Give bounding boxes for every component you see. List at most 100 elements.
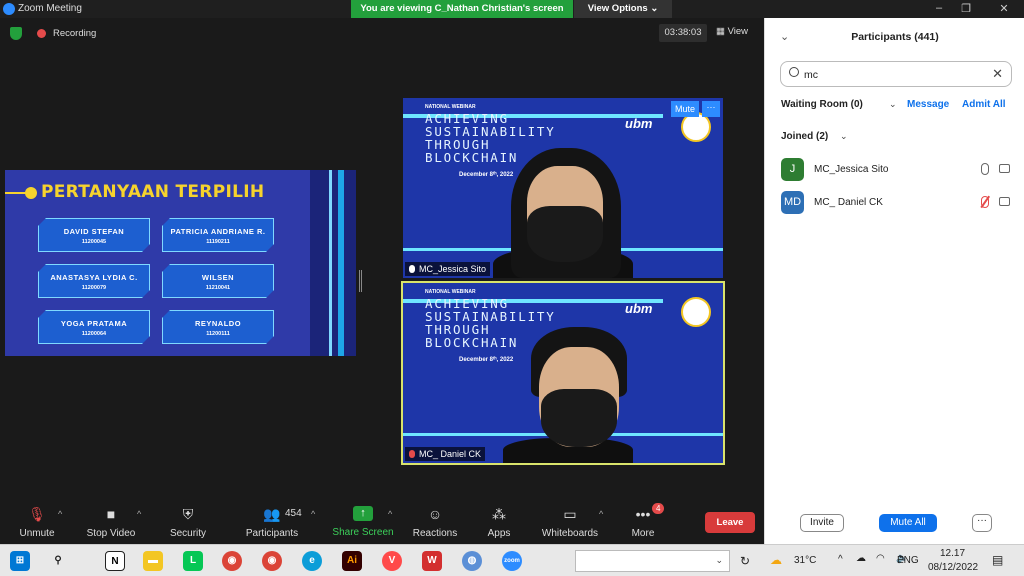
participant-name: MC_ Daniel CK	[419, 449, 482, 459]
security-label: Security	[169, 528, 207, 539]
taskbar-address-input[interactable]: ⌄	[575, 550, 730, 572]
participant-video	[541, 389, 617, 447]
share-options-caret[interactable]: ^	[388, 509, 392, 519]
chrome-icon[interactable]: ◉	[222, 551, 242, 571]
admit-all-link[interactable]: Admit All	[962, 99, 1006, 110]
restore-button[interactable]: ❐	[957, 2, 975, 15]
resize-handle[interactable]	[359, 270, 362, 292]
question-card: YOGA PRATAMA 11200064	[38, 310, 150, 344]
view-options-button[interactable]: View Options ⌄	[574, 0, 672, 18]
illustrator-icon[interactable]: Ai	[342, 551, 362, 571]
people-icon: 👥	[263, 506, 281, 522]
view-options-label: View Options	[587, 3, 648, 14]
chevron-down-icon[interactable]: ⌄	[889, 99, 897, 110]
question-card: ANASTASYA LYDIA C. 11200079	[38, 264, 150, 298]
mic-icon[interactable]	[981, 163, 989, 175]
mute-participant-button[interactable]: Mute	[671, 101, 699, 117]
mute-all-button[interactable]: Mute All	[879, 514, 937, 532]
camera-icon[interactable]	[999, 164, 1010, 173]
card-id: 11190211	[206, 239, 230, 245]
panel-footer: Invite Mute All ···	[765, 508, 1024, 544]
apps-label: Apps	[487, 528, 511, 539]
participant-search-input[interactable]: mc ✕	[780, 61, 1012, 87]
slide-decor	[25, 187, 37, 199]
viewing-banner: You are viewing C_Nathan Christian's scr…	[351, 0, 573, 18]
wifi-icon[interactable]: ◠	[876, 553, 885, 564]
participant-video	[527, 206, 603, 262]
smiley-icon: ☺	[427, 506, 443, 522]
mic-muted-icon	[409, 450, 415, 458]
chevron-up-icon[interactable]: ^	[838, 554, 843, 565]
waiting-room-label: Waiting Room (0)	[781, 99, 863, 110]
minimize-button[interactable]: –	[930, 2, 948, 14]
share-screen-button[interactable]: ↑ Share Screen	[332, 506, 394, 538]
clock-date[interactable]: 08/12/2022	[928, 562, 978, 573]
participants-label: Participants	[245, 528, 299, 539]
participant-row[interactable]: MD MC_ Daniel CK	[781, 191, 1013, 217]
weather-icon: ☁	[770, 553, 782, 567]
card-name: YOGA PRATAMA	[60, 319, 128, 328]
stop-video-button[interactable]: ■ Stop Video	[82, 506, 140, 539]
view-button[interactable]: ▦ View	[716, 26, 748, 37]
participant-name: MC_Jessica Sito	[814, 164, 889, 175]
participants-options-caret[interactable]: ^	[311, 509, 315, 519]
clock-time[interactable]: 12.17	[940, 548, 965, 559]
participant-name-tag: MC_ Daniel CK	[405, 447, 486, 461]
chrome-icon[interactable]: ◉	[262, 551, 282, 571]
wps-office-icon[interactable]: W	[422, 551, 442, 571]
edge-icon[interactable]: e	[302, 551, 322, 571]
globe-icon[interactable]: ◍	[462, 551, 482, 571]
card-name: WILSEN	[201, 273, 235, 282]
vivaldi-icon[interactable]: V	[382, 551, 402, 571]
windows-start-icon[interactable]: ⊞	[10, 551, 30, 571]
meeting-toolbar: 🎙 Unmute ^ ■ Stop Video ^ ⛨ Security 👥 P…	[0, 500, 764, 544]
file-explorer-icon[interactable]: ▬	[143, 551, 163, 571]
audio-options-caret[interactable]: ^	[58, 509, 62, 519]
chevron-down-icon[interactable]: ⌄	[840, 131, 848, 142]
question-card: DAVID STEFAN 11200045	[38, 218, 150, 252]
leave-button[interactable]: Leave	[705, 512, 755, 533]
tile-more-button[interactable]: ···	[702, 101, 720, 117]
shield-icon[interactable]	[10, 27, 22, 40]
notification-icon[interactable]: ▤	[992, 553, 1003, 567]
apps-button[interactable]: ⁂ Apps	[482, 506, 516, 539]
participant-row[interactable]: J MC_Jessica Sito	[781, 158, 1013, 184]
notion-icon[interactable]: N	[105, 551, 125, 571]
record-icon[interactable]	[37, 29, 46, 38]
card-id: 11200045	[81, 239, 107, 245]
whiteboard-icon: ▭	[563, 506, 577, 522]
chevron-down-icon[interactable]: ⌄	[715, 555, 723, 566]
refresh-icon[interactable]: ↻	[740, 554, 750, 568]
camera-icon[interactable]	[999, 197, 1010, 206]
shared-screen: PERTANYAAN TERPILIH DAVID STEFAN 1120004…	[5, 170, 356, 356]
language-indicator[interactable]: ENG	[897, 555, 919, 566]
cloud-icon[interactable]: ☁	[856, 553, 866, 564]
mic-muted-icon[interactable]	[981, 196, 989, 208]
whiteboards-button[interactable]: ▭ Whiteboards	[538, 506, 602, 539]
stop-video-label: Stop Video	[86, 528, 136, 539]
search-icon[interactable]: ⚲	[48, 551, 68, 571]
video-tile[interactable]: NATIONAL WEBINAR ACHIEVING SUSTAINABILIT…	[401, 281, 725, 465]
slide-decor	[338, 170, 344, 356]
weather-temp: 31°C	[794, 555, 817, 566]
invite-button[interactable]: Invite	[800, 514, 844, 532]
whiteboard-options-caret[interactable]: ^	[599, 509, 603, 519]
chevron-down-icon: ⌄	[650, 3, 659, 14]
panel-more-button[interactable]: ···	[972, 514, 992, 532]
line-app-icon[interactable]: L	[183, 551, 203, 571]
message-link[interactable]: Message	[907, 99, 949, 110]
video-tile[interactable]: NATIONAL WEBINAR ACHIEVING SUSTAINABILIT…	[403, 98, 723, 278]
ubm-logo: ubm	[625, 116, 653, 131]
security-button[interactable]: ⛨ Security	[166, 506, 210, 539]
meeting-timer: 03:38:03	[659, 24, 707, 42]
zoom-taskbar-icon[interactable]: zoom	[502, 551, 522, 571]
tile-subtitle: NATIONAL WEBINAR	[425, 104, 476, 110]
tile-title-line: BLOCKCHAIN	[425, 150, 519, 165]
reactions-button[interactable]: ☺ Reactions	[412, 506, 458, 539]
slide-decor	[329, 170, 332, 356]
close-window-button[interactable]: ✕	[995, 2, 1013, 15]
clear-search-icon[interactable]: ✕	[992, 66, 1003, 82]
unmute-button[interactable]: 🎙 Unmute	[14, 506, 60, 539]
video-options-caret[interactable]: ^	[137, 509, 141, 519]
view-label: View	[727, 26, 749, 37]
